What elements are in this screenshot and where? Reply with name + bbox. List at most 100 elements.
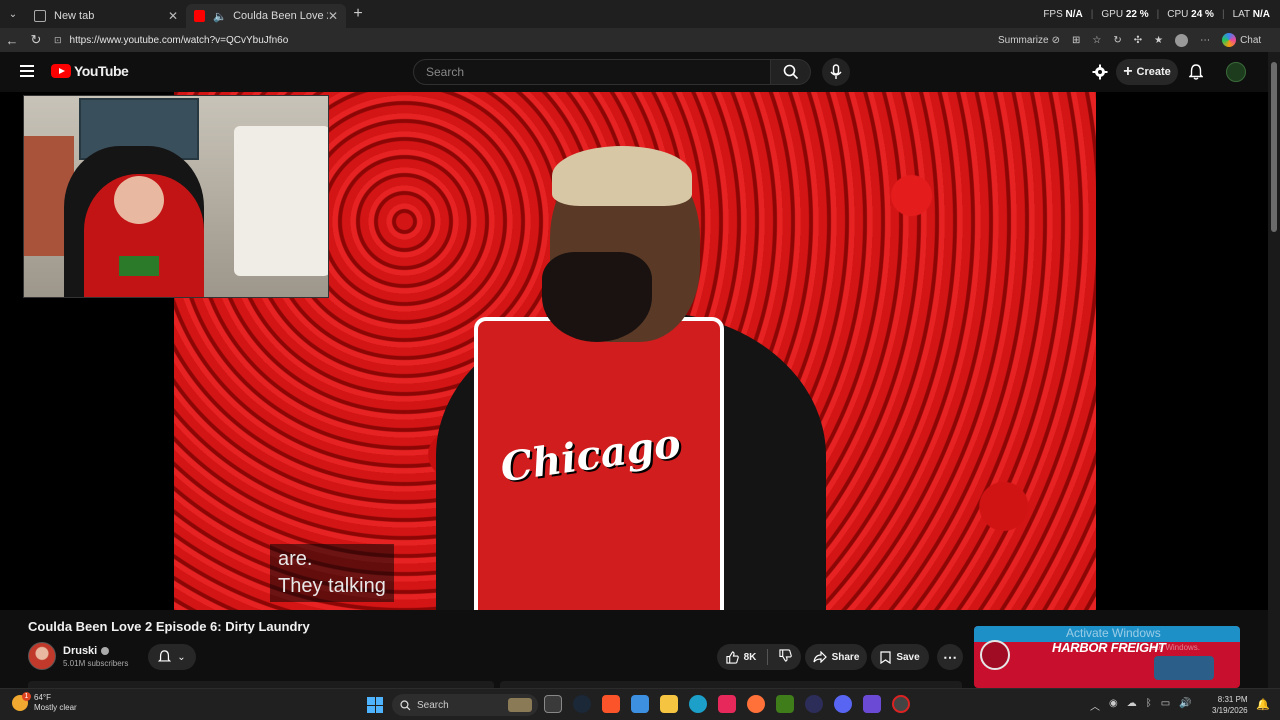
like-button[interactable]: 8K (725, 650, 757, 664)
address-bar-row: ← ↻ ⊡ https://www.youtube.com/watch?v=QC… (0, 28, 1280, 52)
system-tray: ︿ ◉ ☁ ᛒ ▭ 🔊 (1090, 698, 1192, 713)
copilot-chat-button[interactable]: Chat (1222, 33, 1261, 47)
notifications-bell-icon[interactable] (1188, 64, 1204, 85)
dislike-button[interactable] (779, 649, 793, 665)
file-explorer-icon[interactable] (660, 695, 678, 713)
search-button[interactable] (771, 59, 811, 85)
steam-icon[interactable] (573, 695, 591, 713)
split-screen-icon[interactable]: ⊞ (1072, 35, 1080, 46)
youtube-header: YouTube Search + Create (0, 52, 1268, 92)
audio-playing-icon[interactable]: 🔈 (213, 10, 227, 23)
cpu-readout: CPU 24 % (1167, 8, 1214, 20)
extensions-puzzle-icon[interactable]: ✣ (1134, 35, 1142, 46)
verified-badge-icon (101, 646, 110, 655)
app-grid-icon[interactable] (863, 695, 881, 713)
address-bar[interactable]: ⊡ https://www.youtube.com/watch?v=QCvYbu… (48, 31, 978, 49)
ad-brand-name: HARBOR FREIGHT (1052, 640, 1166, 655)
plus-icon: + (1123, 63, 1133, 80)
weather-widget[interactable]: 1 64°F Mostly clear (12, 692, 77, 713)
thumbs-down-icon (779, 649, 793, 662)
notification-center-icon[interactable]: 🔔 (1256, 698, 1270, 711)
discord-icon[interactable] (834, 695, 852, 713)
close-tab-icon[interactable]: ✕ (168, 9, 178, 23)
tiktok-icon[interactable] (718, 695, 736, 713)
more-actions-button[interactable]: ⋯ (937, 644, 963, 670)
close-tab-icon[interactable]: ✕ (328, 9, 338, 23)
tray-cloud-icon[interactable]: ☁ (1127, 698, 1137, 713)
voice-search-button[interactable] (822, 58, 850, 86)
tab-youtube-video[interactable]: 🔈 Coulda Been Love 2 Episode 6 ✕ (186, 4, 346, 28)
summarize-button[interactable]: Summarize ⊘ (998, 35, 1060, 46)
new-tab-button[interactable]: + (346, 5, 370, 23)
youtube-logo[interactable]: YouTube (51, 63, 129, 79)
person-hair (552, 146, 692, 206)
back-arrow-icon[interactable]: ← (0, 33, 24, 48)
app-notification-icon[interactable] (892, 695, 910, 713)
site-info-icon[interactable]: ⊡ (54, 35, 62, 46)
clock-date: 3/19/2026 (1212, 706, 1248, 715)
page-scrollbar[interactable] (1268, 52, 1280, 688)
tray-network-icon[interactable]: ▭ (1161, 698, 1170, 713)
create-button[interactable]: + Create (1116, 59, 1178, 85)
like-divider (767, 649, 769, 665)
channel-avatar[interactable] (28, 642, 56, 670)
caption-line: are. (278, 548, 313, 570)
favorites-list-icon[interactable]: ★ (1154, 35, 1163, 46)
webcam-hanging-shirt (234, 126, 328, 276)
webcam-hoodie-logo (119, 256, 159, 276)
hamburger-menu-icon[interactable] (20, 65, 34, 77)
share-button[interactable]: Share (805, 644, 867, 670)
caption-line: They talking (278, 575, 386, 597)
notepad-icon[interactable] (631, 695, 649, 713)
bell-icon (158, 650, 172, 662)
subscription-notifications-button[interactable]: ⌄ (148, 644, 196, 670)
bookmark-icon (880, 650, 891, 664)
copilot-icon (1222, 33, 1237, 47)
task-view-icon[interactable] (544, 695, 562, 713)
scrollbar-thumb[interactable] (1271, 62, 1277, 232)
closed-captions: are. They talking (270, 544, 394, 602)
youtube-wordmark: YouTube (74, 63, 129, 79)
tab-title: Coulda Been Love 2 Episode 6 (233, 10, 328, 22)
obs-icon[interactable] (805, 695, 823, 713)
like-count: 8K (743, 651, 757, 663)
address-bar-actions: Summarize ⊘ ⊞ ☆ ↻ ✣ ★ ⋯ Chat (998, 33, 1261, 47)
user-avatar[interactable] (1226, 62, 1246, 82)
windows-start-icon[interactable] (367, 697, 383, 713)
tray-bluetooth-icon[interactable]: ᛒ (1146, 698, 1152, 713)
tray-overflow-chevron-icon[interactable]: ︿ (1090, 698, 1100, 713)
tray-app-icon[interactable]: ◉ (1109, 698, 1118, 713)
taskbar-search-box[interactable]: Search (392, 694, 538, 716)
nvidia-icon[interactable] (776, 695, 794, 713)
extensions-refresh-icon[interactable]: ↻ (1113, 35, 1121, 46)
search-input[interactable]: Search (413, 59, 771, 85)
tab-list-chevron-icon[interactable]: ⌄ (0, 0, 26, 28)
channel-name[interactable]: Druski (63, 645, 128, 657)
refresh-icon[interactable]: ↻ (24, 32, 48, 48)
taskbar-search-label: Search (417, 699, 449, 711)
subscriber-count: 5.01M subscribers (63, 658, 129, 668)
gear-extension-icon[interactable] (1092, 64, 1108, 85)
search-icon (400, 699, 411, 710)
save-button[interactable]: Save (871, 644, 929, 670)
favorite-star-icon[interactable]: ☆ (1092, 35, 1101, 46)
chat-label: Chat (1240, 34, 1262, 46)
tab-new-tab[interactable]: New tab ✕ (26, 4, 186, 28)
new-tab-page-icon (34, 10, 46, 22)
brave-browser-icon[interactable] (602, 695, 620, 713)
edge-browser-icon[interactable] (689, 695, 707, 713)
taskbar-pinned-apps (544, 695, 910, 713)
performance-overlay: FPS N/A | GPU 22 % | CPU 24 % | LAT N/A (1043, 8, 1270, 20)
activate-windows-watermark-subtext: ate Windows. (1152, 643, 1201, 652)
browser-tab-strip: ⌄ New tab ✕ 🔈 Coulda Been Love 2 Episode… (0, 0, 1280, 28)
more-menu-icon[interactable]: ⋯ (1200, 35, 1210, 46)
firefox-icon[interactable] (747, 695, 765, 713)
channel-name-text: Druski (63, 644, 98, 657)
share-arrow-icon (812, 651, 827, 663)
tray-volume-icon[interactable]: 🔊 (1179, 698, 1191, 713)
video-title: Coulda Been Love 2 Episode 6: Dirty Laun… (28, 619, 310, 634)
profile-icon[interactable] (1175, 33, 1189, 47)
youtube-favicon-icon (194, 10, 206, 22)
chevron-down-icon: ⌄ (177, 651, 186, 663)
taskbar-clock[interactable]: 8:31 PM 3/19/2026 (1212, 694, 1248, 716)
